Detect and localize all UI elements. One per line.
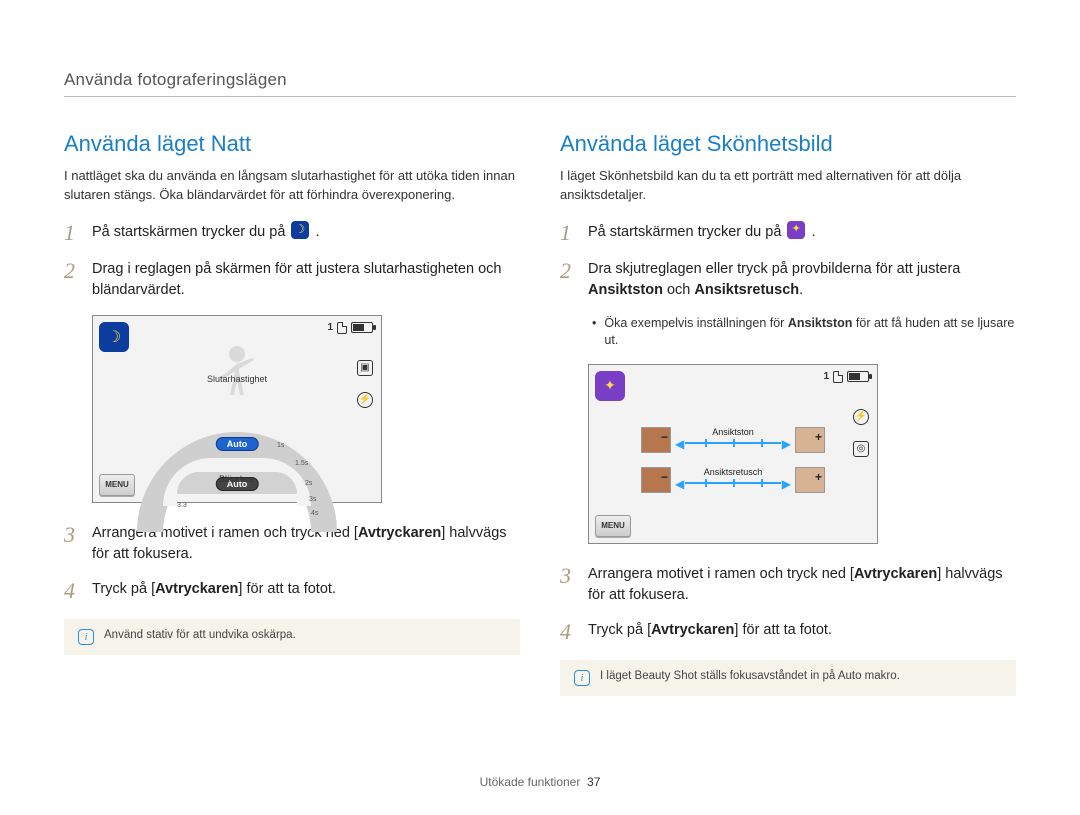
flash-icon: ⚡ — [357, 392, 373, 408]
status-bar: 1 — [327, 322, 373, 334]
right-step4: Tryck på [Avtryckaren] för att ta fotot. — [588, 620, 832, 644]
sd-card-icon — [833, 371, 843, 383]
left-step1-post: . — [315, 224, 319, 240]
step-number-1: 1 — [64, 221, 92, 245]
left-column: Använda läget Natt I nattläget ska du an… — [64, 131, 520, 696]
beauty-mode-icon — [787, 221, 805, 239]
step-number-4: 4 — [64, 579, 92, 603]
left-step4: Tryck på [Avtryckaren] för att ta fotot. — [92, 579, 336, 603]
left-intro: I nattläget ska du använda en långsam sl… — [64, 167, 520, 205]
left-step2: Drag i reglagen på skärmen för att juste… — [92, 259, 520, 301]
right-heading: Använda läget Skönhetsbild — [560, 131, 1016, 157]
right-step1: På startskärmen trycker du på . — [588, 221, 816, 245]
sample-smooth-thumb[interactable]: + — [795, 467, 825, 493]
footer-section: Utökade funktioner — [480, 775, 581, 789]
slider2-label: Ansiktsretusch — [704, 467, 763, 477]
focus-point-icon: ◎ — [853, 441, 869, 457]
shot-counter: 1 — [327, 322, 333, 333]
right-step3: Arrangera motivet i ramen och tryck ned … — [588, 564, 1016, 606]
sample-light-thumb[interactable]: + — [795, 427, 825, 453]
step-number-2: 2 — [64, 259, 92, 301]
aperture-label: Bländare — [219, 474, 255, 484]
menu-button[interactable]: MENU — [595, 515, 631, 537]
right-tip-text: I läget Beauty Shot ställs fokusavstånde… — [600, 670, 900, 682]
tip-icon: i — [78, 629, 94, 645]
exposure-icon: ▣ — [357, 360, 373, 376]
tip-icon: i — [574, 670, 590, 686]
step-number-1: 1 — [560, 221, 588, 245]
sd-card-icon — [337, 322, 347, 334]
step-number-3: 3 — [560, 564, 588, 606]
left-tip-text: Använd stativ för att undvika oskärpa. — [104, 629, 296, 641]
night-mode-badge-icon — [99, 322, 129, 352]
step-number-3: 3 — [64, 523, 92, 565]
shutter-label: Slutarhastighet — [207, 374, 267, 384]
page-number: 37 — [587, 775, 600, 789]
battery-icon — [847, 371, 869, 382]
step-number-2: 2 — [560, 259, 588, 301]
left-tip: i Använd stativ för att undvika oskärpa. — [64, 619, 520, 655]
beauty-screen: 1 ⚡ ◎ − Ansiktston ◀ — [588, 364, 878, 544]
face-tone-slider[interactable]: − Ansiktston ◀ ▶ + — [641, 427, 825, 453]
face-retouch-slider[interactable]: − Ansiktsretusch ◀ ▶ + — [641, 467, 825, 493]
beauty-mode-badge-icon — [595, 371, 625, 401]
right-intro: I läget Skönhetsbild kan du ta ett portr… — [560, 167, 1016, 205]
battery-icon — [351, 322, 373, 333]
right-bullet: Öka exempelvis inställningen för Ansikts… — [592, 315, 1016, 350]
shot-counter: 1 — [823, 371, 829, 382]
right-step2: Dra skjutreglagen eller tryck på provbil… — [588, 259, 1016, 301]
night-screen: 1 ▣ ⚡ Slutarhastighet Auto Auto — [92, 315, 382, 503]
left-heading: Använda läget Natt — [64, 131, 520, 157]
flash-icon: ⚡ — [853, 409, 869, 425]
divider — [64, 96, 1016, 97]
step-number-4: 4 — [560, 620, 588, 644]
chapter-title: Använda fotograferingslägen — [64, 70, 1016, 90]
sample-rough-thumb[interactable]: − — [641, 467, 671, 493]
right-tip: i I läget Beauty Shot ställs fokusavstån… — [560, 660, 1016, 696]
left-step1: På startskärmen trycker du på . — [92, 221, 320, 245]
left-step1-pre: På startskärmen trycker du på — [92, 224, 289, 240]
right-column: Använda läget Skönhetsbild I läget Skönh… — [560, 131, 1016, 696]
status-bar: 1 — [823, 371, 869, 383]
sample-dark-thumb[interactable]: − — [641, 427, 671, 453]
menu-button[interactable]: MENU — [99, 474, 135, 496]
night-mode-icon — [291, 221, 309, 239]
page-footer: Utökade funktioner 37 — [0, 775, 1080, 789]
slider1-label: Ansiktston — [712, 427, 754, 437]
